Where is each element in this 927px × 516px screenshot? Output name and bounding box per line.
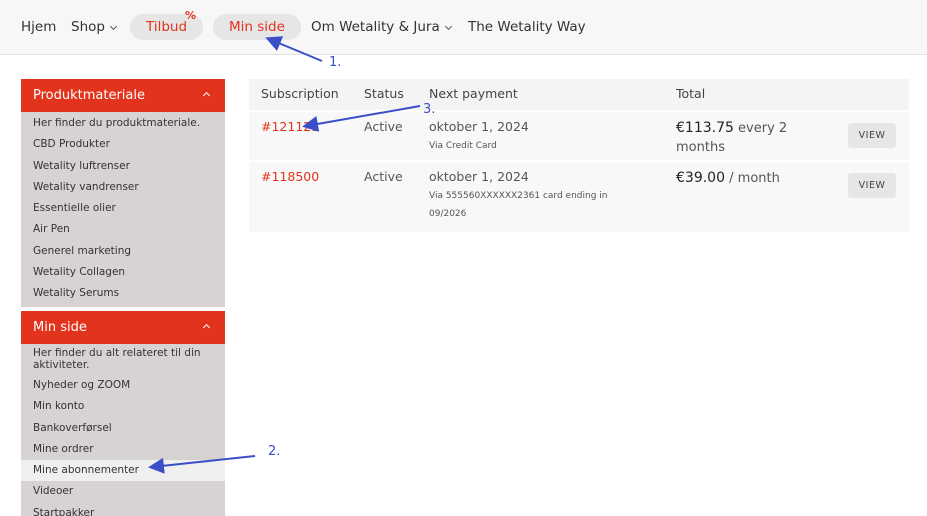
subscription-total: €113.75 every 2 months bbox=[676, 119, 806, 157]
sidebar-item-cbd[interactable]: CBD Produkter bbox=[21, 134, 225, 155]
sidebar-item-air-pen[interactable]: Air Pen bbox=[21, 219, 225, 240]
next-payment-date: oktober 1, 2024 bbox=[429, 169, 529, 184]
total-amount: €113.75 bbox=[676, 120, 734, 136]
view-subscription-button[interactable]: VIEW bbox=[848, 173, 896, 198]
sidebar-item-luftrenser[interactable]: Wetality luftrenser bbox=[21, 156, 225, 177]
payment-method: Via Credit Card bbox=[429, 141, 497, 151]
total-amount: €39.00 bbox=[676, 170, 725, 186]
column-header-subscription: Subscription bbox=[261, 86, 339, 101]
sidebar-section-produktmateriale[interactable]: Produktmateriale bbox=[21, 79, 225, 112]
sidebar-item-min-konto[interactable]: Min konto bbox=[21, 396, 225, 417]
nav-hjem[interactable]: Hjem bbox=[21, 14, 56, 40]
sidebar-item-startpakker[interactable]: Startpakker bbox=[21, 503, 225, 516]
nav-om-wetality[interactable]: Om Wetality & Jura bbox=[311, 14, 452, 40]
view-subscription-button[interactable]: VIEW bbox=[848, 123, 896, 148]
subscription-link[interactable]: #121121 bbox=[261, 119, 319, 134]
subscription-total: €39.00 / month bbox=[676, 169, 826, 188]
subscriptions-table: Subscription Status Next payment Total #… bbox=[249, 79, 909, 232]
nav-om-wetality-label: Om Wetality & Jura bbox=[311, 19, 440, 35]
nav-shop[interactable]: Shop bbox=[71, 14, 118, 40]
discount-percent-icon: % bbox=[185, 9, 197, 22]
column-header-status: Status bbox=[364, 86, 404, 101]
top-navigation: Hjem Shop Tilbud % Min side Om Wetality … bbox=[0, 0, 927, 55]
billing-period: / month bbox=[729, 171, 780, 186]
sidebar-item-olier[interactable]: Essentielle olier bbox=[21, 198, 225, 219]
sidebar-section-title: Min side bbox=[33, 320, 87, 335]
sidebar-section-title: Produktmateriale bbox=[33, 88, 145, 103]
annotation-label-2: 2. bbox=[268, 444, 281, 459]
chevron-down-icon bbox=[109, 22, 118, 31]
payment-method: Via 555560XXXXXX2361 card ending in 09/2… bbox=[429, 191, 608, 219]
nav-min-side[interactable]: Min side bbox=[213, 14, 301, 40]
table-header: Subscription Status Next payment Total bbox=[249, 79, 909, 110]
sidebar-item-mine-ordrer[interactable]: Mine ordrer bbox=[21, 439, 225, 460]
sidebar-item-videoer[interactable]: Videoer bbox=[21, 481, 225, 502]
sidebar-section-min-side[interactable]: Min side bbox=[21, 311, 225, 344]
sidebar-item-nyheder[interactable]: Nyheder og ZOOM bbox=[21, 375, 225, 396]
subscription-status: Active bbox=[364, 119, 403, 134]
nav-wetality-way[interactable]: The Wetality Way bbox=[468, 14, 586, 40]
subscription-status: Active bbox=[364, 169, 403, 184]
sidebar-item-serums[interactable]: Wetality Serums bbox=[21, 283, 225, 304]
sidebar-item-mine-abonnementer[interactable]: Mine abonnementer bbox=[21, 460, 225, 482]
chevron-up-icon bbox=[202, 91, 211, 100]
sidebar-list-min-side: Her finder du alt relateret til din akti… bbox=[21, 344, 225, 516]
subscription-link[interactable]: #118500 bbox=[261, 169, 319, 184]
chevron-up-icon bbox=[202, 323, 211, 332]
sidebar-item-intro-min-side[interactable]: Her finder du alt relateret til din akti… bbox=[21, 344, 225, 375]
sidebar-item-vandrenser[interactable]: Wetality vandrenser bbox=[21, 177, 225, 198]
chevron-down-icon bbox=[444, 22, 452, 31]
sidebar-item-collagen[interactable]: Wetality Collagen bbox=[21, 262, 225, 283]
sidebar-list-produktmateriale: Her finder du produktmateriale. CBD Prod… bbox=[21, 112, 225, 307]
column-header-total: Total bbox=[676, 86, 706, 101]
annotation-label-3: 3. bbox=[423, 102, 436, 117]
sidebar-item-bankoverforsel[interactable]: Bankoverførsel bbox=[21, 418, 225, 439]
sidebar-item-intro[interactable]: Her finder du produktmateriale. bbox=[21, 113, 225, 134]
table-row: #118500 Active oktober 1, 2024 Via 55556… bbox=[249, 162, 909, 232]
sidebar-item-marketing[interactable]: Generel marketing bbox=[21, 241, 225, 262]
next-payment-date: oktober 1, 2024 bbox=[429, 119, 529, 134]
table-row: #121121 Active oktober 1, 2024 Via Credi… bbox=[249, 112, 909, 160]
column-header-next-payment: Next payment bbox=[429, 86, 518, 101]
annotation-label-1: 1. bbox=[329, 55, 342, 70]
nav-shop-label: Shop bbox=[71, 19, 105, 35]
